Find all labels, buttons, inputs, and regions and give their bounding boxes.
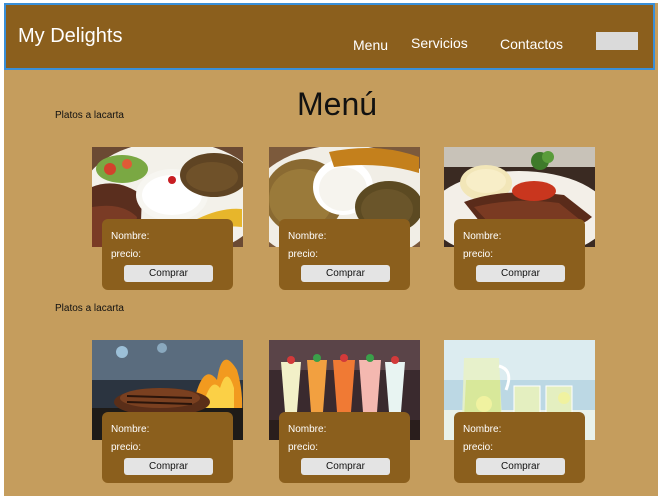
- brand-logo[interactable]: My Delights: [18, 25, 122, 48]
- dish-card: Nombre: precio: Comprar: [102, 412, 233, 483]
- nav-placeholder-button[interactable]: [596, 32, 638, 50]
- dish-name-label: Nombre:: [288, 424, 327, 435]
- nav-contactos[interactable]: Contactos: [500, 36, 563, 52]
- buy-button[interactable]: Comprar: [124, 458, 213, 475]
- dish-price-label: precio:: [111, 442, 142, 453]
- dish-card: Nombre: precio: Comprar: [102, 219, 233, 290]
- nav-servicios[interactable]: Servicios: [411, 35, 468, 51]
- dish-card: Nombre: precio: Comprar: [279, 219, 410, 290]
- buy-button[interactable]: Comprar: [301, 458, 390, 475]
- dish-card: Nombre: precio: Comprar: [454, 412, 585, 483]
- dish-price-label: precio:: [463, 249, 494, 260]
- dish-name-label: Nombre:: [111, 424, 150, 435]
- buy-button[interactable]: Comprar: [124, 265, 213, 282]
- section-label: Platos a lacarta: [55, 110, 124, 121]
- dish-name-label: Nombre:: [111, 231, 150, 242]
- buy-button[interactable]: Comprar: [301, 265, 390, 282]
- buy-button[interactable]: Comprar: [476, 265, 565, 282]
- dish-name-label: Nombre:: [463, 424, 502, 435]
- dish-price-label: precio:: [111, 249, 142, 260]
- dish-card: Nombre: precio: Comprar: [454, 219, 585, 290]
- section-label: Platos a lacarta: [55, 303, 124, 314]
- nav-menu[interactable]: Menu: [353, 37, 388, 53]
- page-title: Menú: [297, 86, 378, 122]
- dish-price-label: precio:: [288, 249, 319, 260]
- header-bar: My Delights Menu Servicios Contactos: [4, 3, 655, 70]
- dish-name-label: Nombre:: [463, 231, 502, 242]
- dish-name-label: Nombre:: [288, 231, 327, 242]
- buy-button[interactable]: Comprar: [476, 458, 565, 475]
- dish-price-label: precio:: [288, 442, 319, 453]
- dish-price-label: precio:: [463, 442, 494, 453]
- dish-card: Nombre: precio: Comprar: [279, 412, 410, 483]
